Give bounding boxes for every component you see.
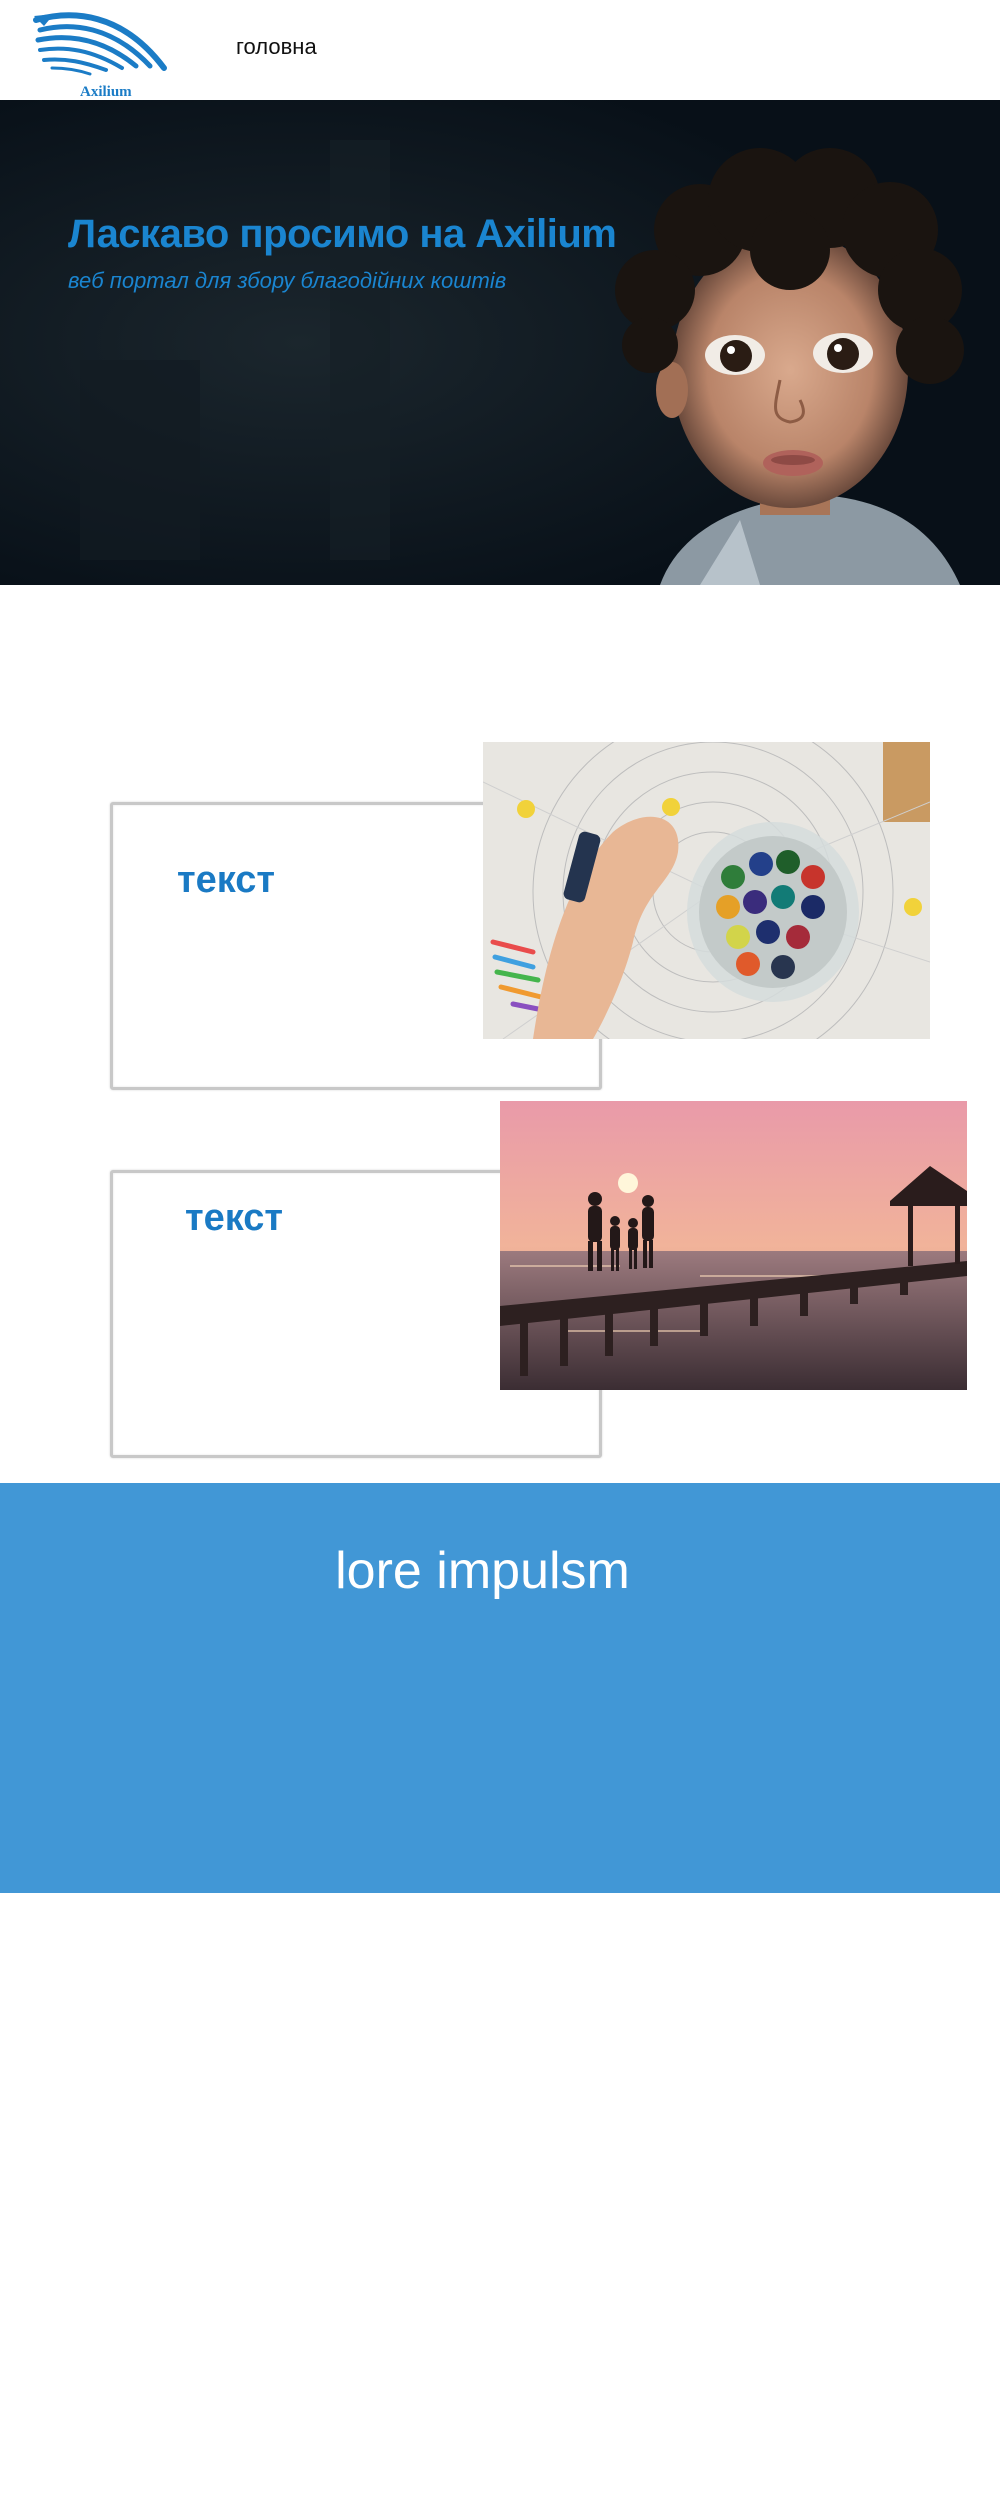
feature-card-title: текст bbox=[185, 1197, 284, 1239]
wing-logo-icon bbox=[33, 12, 167, 76]
family-sunset-pier-photo bbox=[500, 1101, 967, 1390]
hero-title: Ласкаво просимо на Axilium bbox=[68, 212, 617, 256]
site-logo[interactable]: Axilium bbox=[32, 8, 170, 100]
nav-link-home[interactable]: головна bbox=[236, 34, 317, 60]
logo-wordmark: Axilium bbox=[80, 84, 132, 100]
crayons-jar-photo bbox=[483, 742, 930, 1039]
hero-banner: Ласкаво просимо на Axilium веб портал дл… bbox=[0, 100, 1000, 585]
hero-subtitle: веб портал для збору благодійних коштів bbox=[68, 268, 507, 293]
band-title: lore impulsm bbox=[335, 1542, 630, 1600]
child-portrait-photo bbox=[0, 100, 1000, 585]
promo-band: lore impulsm bbox=[0, 1483, 1000, 1893]
site-header: Axilium головна bbox=[0, 0, 1000, 100]
feature-card-title: текст bbox=[177, 859, 276, 901]
